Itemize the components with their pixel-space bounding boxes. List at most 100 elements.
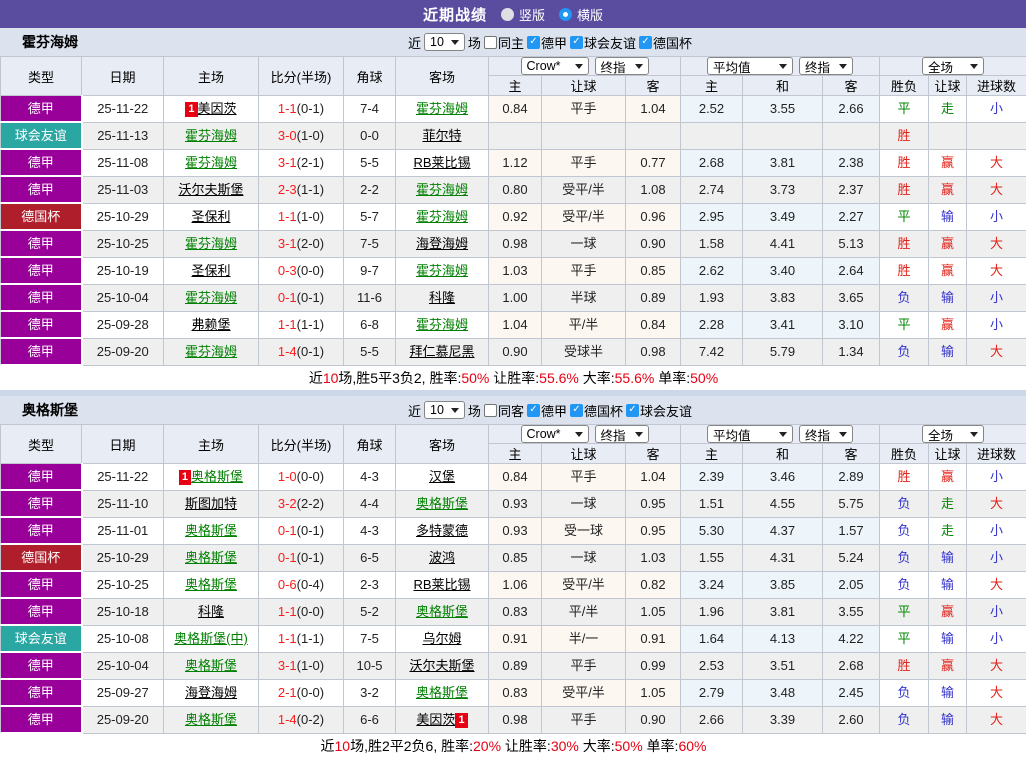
col-header-odds-away: 客 [626, 76, 681, 96]
team-link[interactable]: 霍芬海姆 [416, 317, 468, 332]
team-link[interactable]: 汉堡 [429, 469, 455, 484]
league-checkbox-2[interactable]: 德国杯 [570, 401, 623, 420]
summary-segment: 20% [473, 738, 501, 754]
team-link[interactable]: 弗赖堡 [191, 317, 230, 332]
team-link[interactable]: 海登海姆 [416, 236, 468, 251]
league-checkbox-3[interactable]: 球会友谊 [626, 401, 692, 420]
team-link[interactable]: 霍芬海姆 [185, 290, 237, 305]
team-link[interactable]: 奥格斯堡 [185, 658, 237, 673]
scope-select[interactable]: 全场 [922, 57, 984, 75]
layout-radio-horizontal[interactable]: 横版 [559, 5, 603, 24]
team-link[interactable]: 美因茨 [416, 712, 455, 727]
fulltime-score: 1-4 [278, 712, 297, 727]
team-link[interactable]: 霍芬海姆 [185, 155, 237, 170]
odds-away [626, 122, 681, 149]
avg-draw: 4.37 [743, 517, 823, 544]
match-date: 25-10-04 [82, 652, 164, 679]
team-link[interactable]: 斯图加特 [185, 496, 237, 511]
league-checkbox-2[interactable]: 球会友谊 [570, 33, 636, 52]
match-date: 25-10-25 [82, 230, 164, 257]
team-link[interactable]: 沃尔夫斯堡 [409, 658, 474, 673]
team-link[interactable]: 美因茨 [198, 101, 237, 116]
games-count-select[interactable]: 10 [424, 33, 465, 51]
checkbox-checked-icon [626, 404, 639, 417]
team-link[interactable]: 霍芬海姆 [416, 209, 468, 224]
team-link[interactable]: 奥格斯堡 [185, 550, 237, 565]
avg-away [823, 122, 880, 149]
odds-home: 0.92 [489, 203, 542, 230]
odds-index-select[interactable]: 终指 [595, 57, 649, 75]
halftime-score: (1-1) [297, 317, 324, 332]
team-link[interactable]: 多特蒙德 [416, 523, 468, 538]
match-row: 德甲25-10-04霍芬海姆0-1(0-1)11-6科隆1.00半球0.891.… [1, 284, 1026, 311]
league-checkbox-1[interactable]: 德甲 [527, 401, 567, 420]
team-link[interactable]: 奥格斯堡 [185, 523, 237, 538]
odds-company-select[interactable]: Crow* [521, 425, 589, 443]
team-link[interactable]: 科隆 [429, 290, 455, 305]
team-link[interactable]: 霍芬海姆 [185, 344, 237, 359]
team-link[interactable]: 海登海姆 [185, 685, 237, 700]
team-link[interactable]: 奥格斯堡 [416, 496, 468, 511]
team-link[interactable]: 奥格斯堡 [416, 604, 468, 619]
avg-company-select[interactable]: 平均值 [707, 57, 793, 75]
team-link[interactable]: 沃尔夫斯堡 [178, 182, 243, 197]
result-outcome: 负 [880, 490, 929, 517]
chevron-down-icon [451, 40, 459, 45]
team-link[interactable]: RB莱比锡 [413, 155, 470, 170]
avg-index-select[interactable]: 终指 [799, 57, 853, 75]
same-venue-checkbox[interactable]: 同客 [484, 401, 524, 420]
summary-segment: 近 [309, 370, 323, 386]
odds-company-select[interactable]: Crow* [521, 57, 589, 75]
away-team-cell: 拜仁慕尼黑 [396, 338, 489, 365]
summary-segment: 让胜率: [501, 738, 551, 754]
team-link[interactable]: 奥格斯堡 [416, 685, 468, 700]
league-checkbox-3[interactable]: 德国杯 [639, 33, 692, 52]
team-link[interactable]: 霍芬海姆 [416, 263, 468, 278]
avg-away: 2.66 [823, 96, 880, 123]
avg-company-select[interactable]: 平均值 [707, 425, 793, 443]
team-link[interactable]: 奥格斯堡 [185, 712, 237, 727]
summary-text: 近10场,胜5平3负2, 胜率:50% 让胜率:55.6% 大率:55.6% 单… [1, 365, 1026, 390]
result-handicap: 输 [929, 544, 967, 571]
team-link[interactable]: 霍芬海姆 [185, 236, 237, 251]
team-link[interactable]: 菲尔特 [422, 128, 461, 143]
col-header-avg-home: 主 [681, 76, 743, 96]
team-name: 奥格斯堡 [22, 400, 78, 420]
team-link[interactable]: 波鸿 [429, 550, 455, 565]
summary-segment: 场,胜5平3负2, 胜率: [338, 370, 461, 386]
league-checkbox-1[interactable]: 德甲 [527, 33, 567, 52]
team-link[interactable]: 霍芬海姆 [416, 101, 468, 116]
avg-index-select[interactable]: 终指 [799, 425, 853, 443]
summary-segment: 50% [690, 370, 718, 386]
col-header-type: 类型 [1, 425, 82, 464]
scope-select[interactable]: 全场 [922, 425, 984, 443]
team-link[interactable]: 圣保利 [191, 209, 230, 224]
avg-away: 1.57 [823, 517, 880, 544]
team-link[interactable]: 奥格斯堡 [191, 469, 243, 484]
team-link[interactable]: 乌尔姆 [422, 631, 461, 646]
team-link[interactable]: 霍芬海姆 [416, 182, 468, 197]
team-link[interactable]: 圣保利 [191, 263, 230, 278]
fulltime-score: 3-1 [278, 155, 297, 170]
home-team-cell: 霍芬海姆 [164, 122, 259, 149]
avg-draw: 4.55 [743, 490, 823, 517]
team-link[interactable]: 拜仁慕尼黑 [409, 344, 474, 359]
team-section-hoffenheim: 霍芬海姆 近 10 场 同主 德甲 球会友谊 德国杯 [0, 28, 1026, 390]
odds-index-select[interactable]: 终指 [595, 425, 649, 443]
layout-radio-vertical[interactable]: 竖版 [501, 5, 545, 24]
filter-bar: 近 10 场 同客 德甲 德国杯 球会友谊 [408, 396, 692, 424]
same-venue-checkbox[interactable]: 同主 [484, 33, 524, 52]
home-team-cell: 海登海姆 [164, 679, 259, 706]
summary-segment: 60% [678, 738, 706, 754]
result-outcome: 胜 [880, 652, 929, 679]
team-link[interactable]: 奥格斯堡 [185, 577, 237, 592]
team-link[interactable]: 奥格斯堡(中) [174, 631, 248, 646]
team-link[interactable]: 霍芬海姆 [185, 128, 237, 143]
games-count-select[interactable]: 10 [424, 401, 465, 419]
home-team-cell: 科隆 [164, 598, 259, 625]
result-outcome: 平 [880, 203, 929, 230]
team-link[interactable]: RB莱比锡 [413, 577, 470, 592]
score-cell: 1-1(1-1) [259, 311, 344, 338]
score-cell: 0-3(0-0) [259, 257, 344, 284]
team-link[interactable]: 科隆 [198, 604, 224, 619]
